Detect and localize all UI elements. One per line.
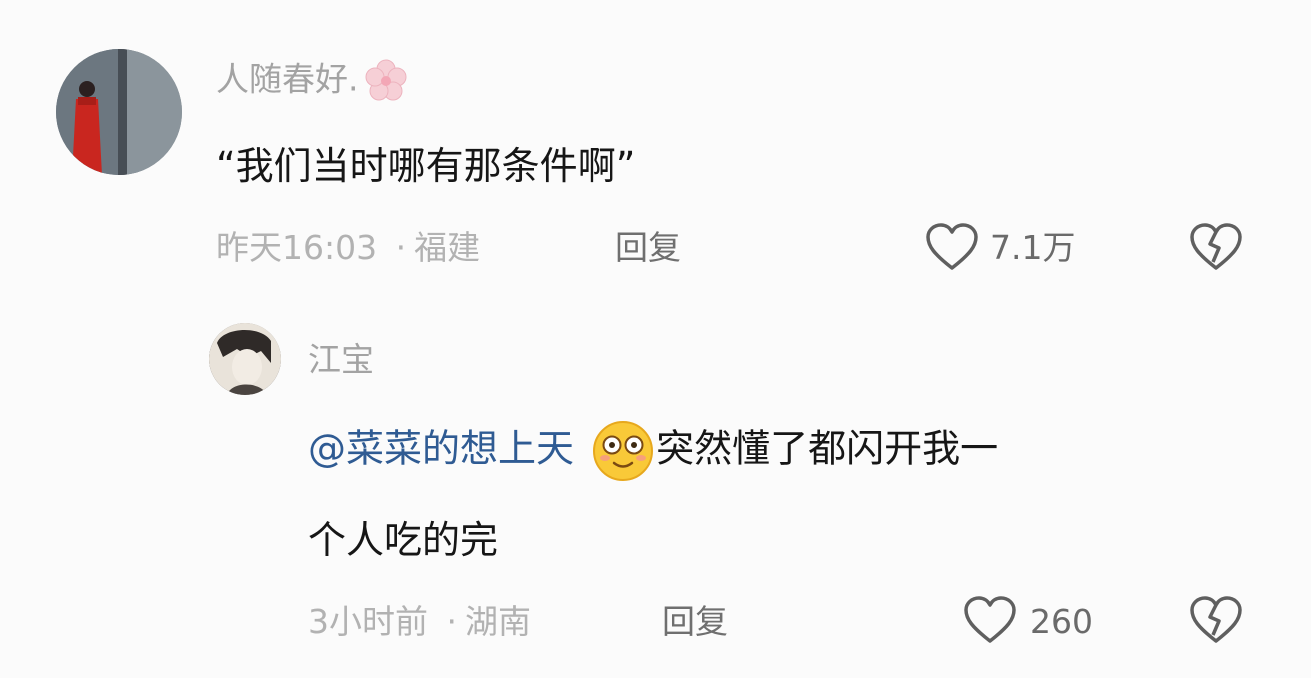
cherry-blossom-icon <box>363 58 409 104</box>
comment-text-line2: 个人吃的完 <box>308 518 499 562</box>
comment-location: 福建 <box>414 228 481 267</box>
blushing-smile-emoji <box>592 420 654 482</box>
meta-separator: · <box>446 602 458 641</box>
comment-text: @菜菜的想上天 突然懂了都闪开我一 <box>308 420 998 482</box>
avatar-photo <box>56 49 182 175</box>
comment-username[interactable]: 江宝 <box>308 340 374 380</box>
like-count: 260 <box>1030 602 1093 641</box>
comment-location: 湖南 <box>465 602 531 641</box>
like-count: 7.1万 <box>990 228 1076 267</box>
mention-link[interactable]: @菜菜的想上天 <box>308 427 574 471</box>
meta-separator: · <box>395 228 407 267</box>
comment-meta: 3小时前 · 湖南 <box>308 602 531 642</box>
comment-meta: 昨天16:03 · 福建 <box>216 228 480 268</box>
reply-button[interactable]: 回复 <box>615 228 681 268</box>
avatar[interactable] <box>209 323 281 395</box>
comment-time: 昨天16:03 <box>216 228 378 267</box>
comment-thread: 人随春好. “我们当时哪有那条件啊” 昨天16:03 ·福建 回复 7.1万 <box>0 0 1311 678</box>
comment-text: “我们当时哪有那条件啊” <box>216 144 636 188</box>
heart-outline-icon[interactable] <box>962 595 1018 645</box>
reply-button[interactable]: 回复 <box>662 602 728 642</box>
comment-username[interactable]: 人随春好. <box>216 58 409 104</box>
broken-heart-icon[interactable] <box>1188 595 1244 645</box>
comment-time: 3小时前 <box>308 602 428 641</box>
avatar-photo <box>209 323 281 395</box>
broken-heart-icon[interactable] <box>1188 222 1244 272</box>
avatar[interactable] <box>56 49 182 175</box>
heart-outline-icon[interactable] <box>924 222 980 272</box>
